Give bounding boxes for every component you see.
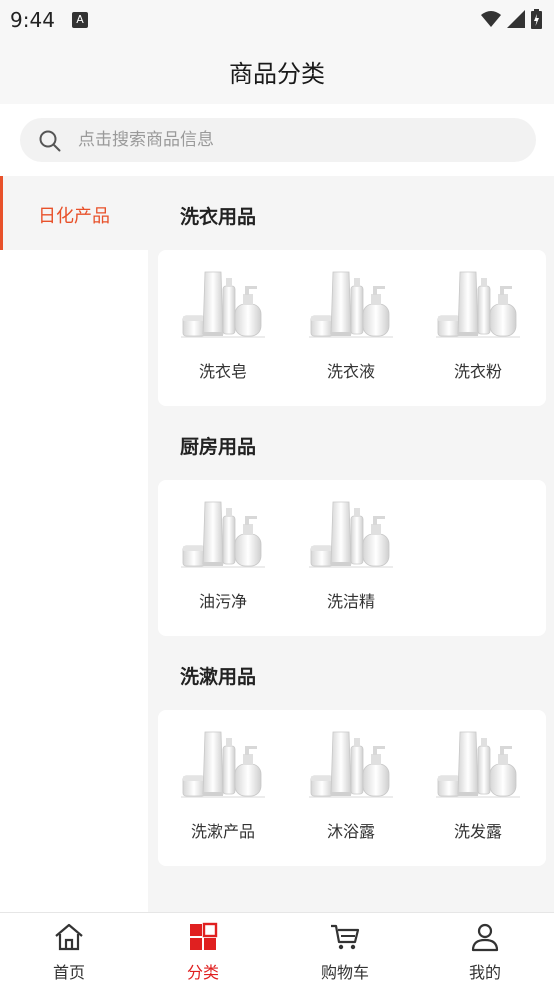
product-image bbox=[181, 501, 265, 568]
product-item[interactable]: 沐浴露 bbox=[296, 730, 406, 841]
sidebar-item-label: 日化产品 bbox=[38, 206, 110, 227]
tab-label: 我的 bbox=[468, 963, 501, 982]
tab-cart[interactable]: 购物车 bbox=[276, 913, 414, 986]
section-title: 洗漱用品 bbox=[180, 666, 257, 688]
product-item[interactable]: 洗漱产品 bbox=[168, 730, 278, 841]
sidebar-item-daily-chemicals[interactable]: 日化产品 bbox=[0, 176, 148, 250]
search-box[interactable] bbox=[20, 118, 536, 162]
search-input[interactable] bbox=[78, 118, 518, 162]
user-icon bbox=[471, 923, 499, 952]
product-name: 洗发露 bbox=[453, 822, 502, 841]
page-title: 商品分类 bbox=[229, 60, 325, 88]
product-card: 洗漱产品 沐浴露 洗发露 bbox=[158, 710, 546, 866]
product-name: 洗衣粉 bbox=[453, 362, 502, 381]
product-name: 油污净 bbox=[198, 592, 247, 611]
title-bar: 商品分类 bbox=[0, 40, 554, 104]
product-image bbox=[309, 731, 393, 798]
search-icon bbox=[39, 130, 61, 152]
tab-label: 首页 bbox=[52, 963, 85, 982]
cart-icon bbox=[331, 924, 360, 950]
product-image bbox=[309, 271, 393, 338]
product-item[interactable]: 洗衣皂 bbox=[168, 270, 278, 381]
product-item[interactable]: 油污净 bbox=[168, 500, 278, 611]
product-name: 沐浴露 bbox=[326, 822, 375, 841]
product-name: 洗洁精 bbox=[326, 592, 375, 611]
signal-icon bbox=[507, 10, 525, 28]
tab-home[interactable]: 首页 bbox=[0, 913, 138, 986]
tab-mine[interactable]: 我的 bbox=[416, 913, 554, 986]
product-name: 洗衣液 bbox=[326, 362, 375, 381]
status-bar: 9:44 A bbox=[0, 0, 554, 40]
product-item[interactable]: 洗洁精 bbox=[296, 500, 406, 611]
product-item[interactable]: 洗衣液 bbox=[296, 270, 406, 381]
tab-category[interactable]: 分类 bbox=[134, 913, 272, 986]
product-image bbox=[181, 731, 265, 798]
tab-label: 购物车 bbox=[320, 963, 369, 982]
battery-icon bbox=[531, 9, 542, 29]
product-name: 洗衣皂 bbox=[198, 362, 247, 381]
category-icon bbox=[190, 922, 218, 950]
bottom-tab-bar: 首页 分类 购物车 我的 bbox=[0, 912, 554, 986]
wifi-icon bbox=[481, 11, 501, 27]
status-indicators bbox=[481, 9, 542, 29]
product-image bbox=[181, 271, 265, 338]
section-title: 厨房用品 bbox=[180, 436, 257, 458]
section-title: 洗衣用品 bbox=[180, 206, 257, 228]
search-bar bbox=[0, 104, 554, 176]
product-item[interactable]: 洗发露 bbox=[423, 730, 533, 841]
notification-icon: A bbox=[72, 12, 88, 28]
product-card: 油污净 洗洁精 bbox=[158, 480, 546, 636]
product-image bbox=[436, 731, 520, 798]
product-item[interactable]: 洗衣粉 bbox=[423, 270, 533, 381]
product-image bbox=[309, 501, 393, 568]
category-sidebar: 日化产品 bbox=[0, 176, 148, 912]
tab-label: 分类 bbox=[186, 963, 219, 982]
product-image bbox=[436, 271, 520, 338]
home-icon bbox=[55, 923, 83, 951]
product-name: 洗漱产品 bbox=[190, 822, 255, 841]
product-card: 洗衣皂 洗衣液 洗衣粉 bbox=[158, 250, 546, 406]
category-content: 洗衣用品 洗衣皂 洗衣液 洗衣粉 厨房用品 油污净 洗洁精 洗漱用品 洗漱产品 bbox=[148, 176, 554, 912]
status-time: 9:44 bbox=[10, 8, 55, 32]
